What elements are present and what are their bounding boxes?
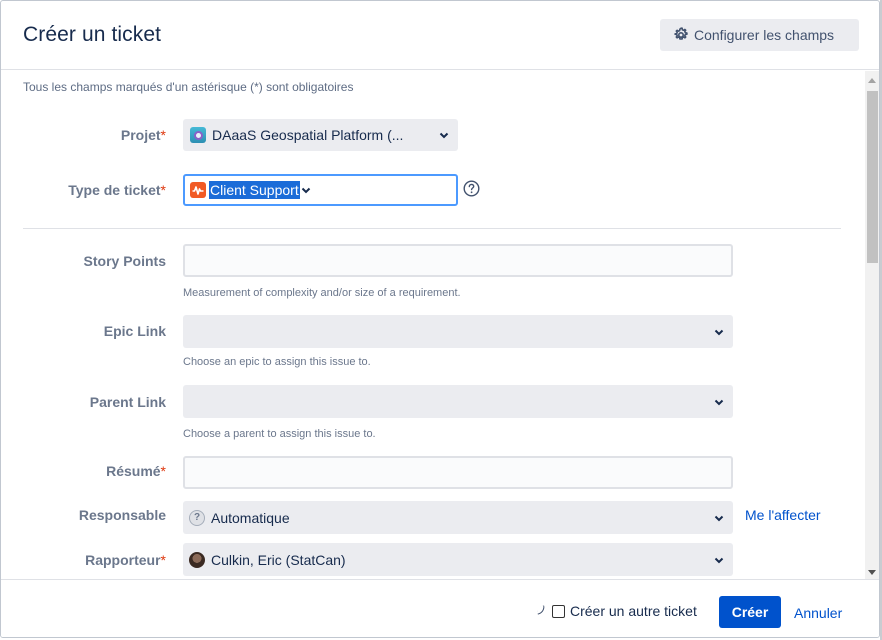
required-marker: * xyxy=(160,127,166,143)
parent-link-select[interactable] xyxy=(183,385,733,418)
epic-link-select[interactable] xyxy=(183,315,733,348)
dialog-footer: Créer un autre ticket Créer Annuler xyxy=(1,579,879,637)
chevron-down-icon xyxy=(439,132,449,139)
create-button[interactable]: Créer xyxy=(719,596,781,628)
required-fields-note: Tous les champs marqués d'un astérisque … xyxy=(23,80,354,94)
client-support-icon xyxy=(190,182,206,198)
story-points-label: Story Points xyxy=(83,253,166,269)
summary-label: Résumé* xyxy=(106,463,166,479)
epic-link-hint: Choose an epic to assign this issue to. xyxy=(183,356,371,368)
gear-icon xyxy=(674,27,688,40)
required-marker: * xyxy=(160,552,166,568)
chevron-down-icon xyxy=(714,557,724,563)
create-issue-dialog: Créer un ticket Configurer les champs To… xyxy=(0,0,880,638)
vertical-scrollbar[interactable] xyxy=(865,71,879,579)
reporter-select[interactable]: Culkin, Eric (StatCan) xyxy=(183,543,733,576)
story-points-hint: Measurement of complexity and/or size of… xyxy=(183,287,461,299)
required-marker: * xyxy=(160,463,166,479)
epic-link-label: Epic Link xyxy=(103,323,166,339)
configure-fields-label: Configurer les champs xyxy=(694,27,835,43)
chevron-down-icon xyxy=(301,187,310,194)
chevron-down-icon xyxy=(714,515,724,521)
dialog-header: Créer un ticket Configurer les champs xyxy=(1,1,879,70)
dialog-title: Créer un ticket xyxy=(23,23,162,46)
chevron-down-icon xyxy=(714,329,724,335)
create-another-checkbox[interactable] xyxy=(552,604,565,618)
section-divider xyxy=(23,228,841,229)
scroll-up-arrow-icon[interactable] xyxy=(868,78,876,83)
create-another-toggle[interactable]: Créer un autre ticket xyxy=(552,603,697,619)
automatic-avatar-icon: ? xyxy=(189,509,205,526)
summary-input[interactable] xyxy=(183,456,733,489)
project-label: Projet* xyxy=(120,127,166,143)
cancel-link[interactable]: Annuler xyxy=(794,605,842,621)
issue-type-value: Client Support xyxy=(209,181,300,199)
cursor-mark-icon xyxy=(536,605,546,615)
configure-fields-button[interactable]: Configurer les champs xyxy=(660,19,859,51)
chevron-down-icon xyxy=(714,399,724,405)
story-points-input[interactable] xyxy=(183,244,733,277)
assignee-value: Automatique xyxy=(211,509,290,526)
help-icon[interactable] xyxy=(463,180,480,197)
scrollbar-thumb[interactable] xyxy=(867,91,878,263)
issue-type-select[interactable]: Client Support xyxy=(183,174,458,206)
reporter-label: Rapporteur* xyxy=(85,552,166,568)
parent-link-label: Parent Link xyxy=(89,394,166,410)
project-select[interactable]: DAaaS Geospatial Platform (... xyxy=(183,119,458,151)
scroll-down-arrow-icon[interactable] xyxy=(868,570,876,575)
required-marker: * xyxy=(160,182,166,198)
dialog-body: Tous les champs marqués d'un astérisque … xyxy=(1,71,879,579)
assign-to-me-link[interactable]: Me l'affecter xyxy=(745,507,821,523)
project-value: DAaaS Geospatial Platform (... xyxy=(212,127,404,143)
create-another-label: Créer un autre ticket xyxy=(570,603,697,619)
user-avatar xyxy=(189,551,205,568)
project-avatar-icon xyxy=(190,127,206,143)
reporter-value: Culkin, Eric (StatCan) xyxy=(211,551,346,568)
assignee-select[interactable]: ? Automatique xyxy=(183,501,733,534)
assignee-label: Responsable xyxy=(78,507,166,523)
issue-type-label: Type de ticket* xyxy=(68,182,166,198)
parent-link-hint: Choose a parent to assign this issue to. xyxy=(183,428,376,440)
